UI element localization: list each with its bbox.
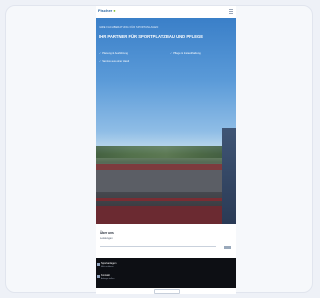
info-card-title: Über uns [100, 231, 114, 235]
mobile-page: Fischer● IHRE FACHBERATUNG FÜR SPORTANLA… [96, 6, 236, 294]
hero-rail-lower [96, 206, 236, 224]
dark-list-title: Kontakt [101, 274, 110, 277]
top-bar: Fischer● [96, 6, 236, 18]
contact-icon [97, 275, 100, 278]
bottom-button[interactable] [154, 289, 180, 294]
dark-list-item[interactable]: Kontakt Anfrage stellen [101, 274, 114, 280]
sportanlagen-icon [97, 263, 100, 266]
hero-feature: ✓Planung & Ausführung [99, 52, 128, 55]
hero-feature-label: Planung & Ausführung [102, 52, 129, 55]
info-card-subtitle: Leistungen [100, 237, 113, 240]
check-icon: ✓ [170, 52, 173, 55]
logo-mark-icon: ● [113, 8, 116, 13]
dark-list-sub: Mehr erfahren [101, 266, 114, 268]
hero-tree-line [96, 146, 236, 158]
hero-section: IHRE FACHBERATUNG FÜR SPORTANLAGEN IHR P… [96, 18, 236, 224]
site-logo[interactable]: Fischer● [98, 8, 116, 13]
bottom-bar [96, 288, 236, 294]
hamburger-icon[interactable] [229, 9, 233, 14]
dark-list-sub: Anfrage stellen [101, 278, 115, 280]
info-card-divider [100, 246, 216, 247]
hero-title: IHR PARTNER FÜR SPORTPLATZBAU UND PFLEGE [99, 34, 204, 39]
dark-list-title: Sportanlagen [101, 262, 117, 265]
hero-machine [222, 128, 236, 224]
check-icon: ✓ [99, 52, 102, 55]
info-card-tag[interactable] [224, 246, 231, 249]
hero-feature-label: Pflege & Instandhaltung [173, 52, 201, 55]
hero-eyebrow: IHRE FACHBERATUNG FÜR SPORTANLAGEN [99, 26, 159, 29]
dark-list-item[interactable]: Sportanlagen Mehr erfahren [101, 262, 116, 268]
hero-track-gray [96, 170, 236, 192]
logo-text: Fischer [98, 8, 113, 13]
hero-feature: ✓Service aus einer Hand [99, 60, 129, 63]
hero-feature: ✓Pflege & Instandhaltung [170, 52, 201, 55]
info-card[interactable]: Über uns Leistungen [97, 224, 235, 258]
hero-rail [96, 198, 236, 201]
check-icon: ✓ [99, 60, 102, 63]
dark-section: Sportanlagen Mehr erfahren Kontakt Anfra… [96, 258, 236, 288]
hero-feature-label: Service aus einer Hand [102, 60, 130, 63]
